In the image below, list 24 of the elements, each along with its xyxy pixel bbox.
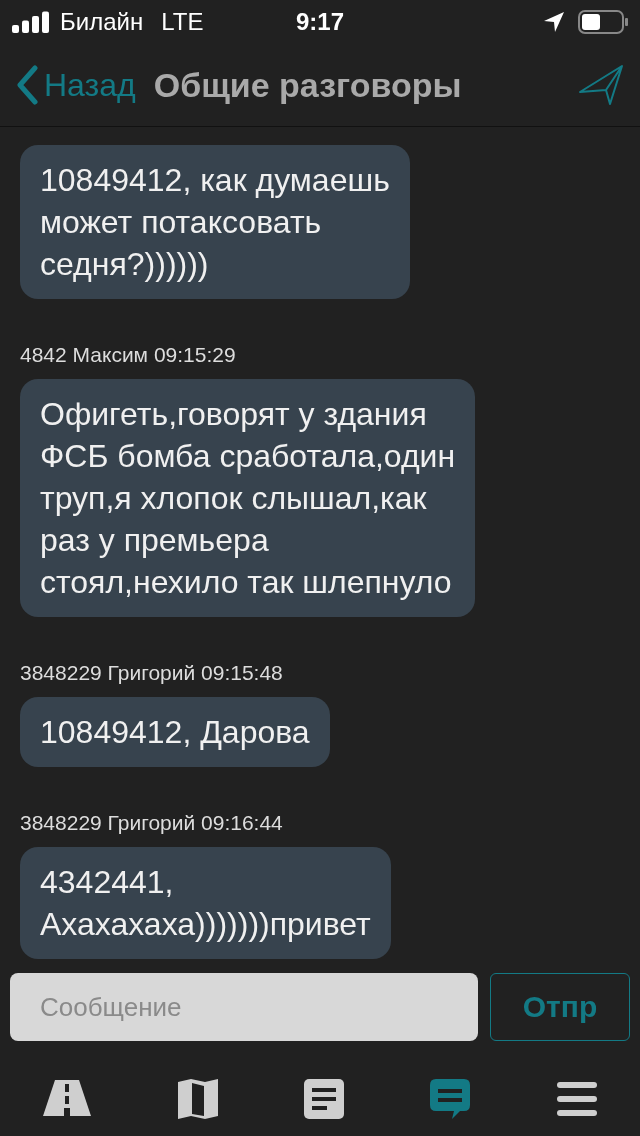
carrier-name: Билайн <box>60 8 144 36</box>
message-bubble: Офигеть,говорят у здания ФСБ бомба сработала,один труп,я хлопок слышал,как раз у премьера стоял,нехило так шлепнуло <box>20 379 476 617</box>
message-meta: 4842 Максим 09:15:29 <box>20 343 236 367</box>
battery-icon <box>578 10 628 34</box>
message-input[interactable]: Сообщение <box>10 973 478 1041</box>
message-bubble: 4342441, Ахахахаха)))))))привет <box>20 847 391 959</box>
chat-icon <box>430 1079 471 1119</box>
menu-icon <box>556 1082 597 1116</box>
message-meta: 3848229 Григорий 09:16:44 <box>20 811 283 835</box>
network-type: LTE <box>161 8 204 36</box>
document-icon <box>303 1079 344 1119</box>
road-icon <box>43 1080 92 1118</box>
message-bubble: 10849412, Дарова <box>20 697 330 767</box>
chat-title: Общие разговоры <box>153 65 462 105</box>
send-button[interactable]: Отпр <box>490 973 630 1041</box>
chevron-icon <box>16 65 38 105</box>
message-meta: 3848229 Григорий 09:15:48 <box>20 661 283 685</box>
send-icon[interactable] <box>578 64 624 106</box>
location-icon <box>544 12 564 32</box>
message-bubble: 10849412, как думаешь может потаксовать седня?)))))) <box>20 145 410 299</box>
signal-icon <box>12 11 52 33</box>
back-button[interactable]: Назад <box>16 65 136 105</box>
map-icon <box>177 1079 218 1119</box>
clock-time: 9:17 <box>295 8 344 35</box>
